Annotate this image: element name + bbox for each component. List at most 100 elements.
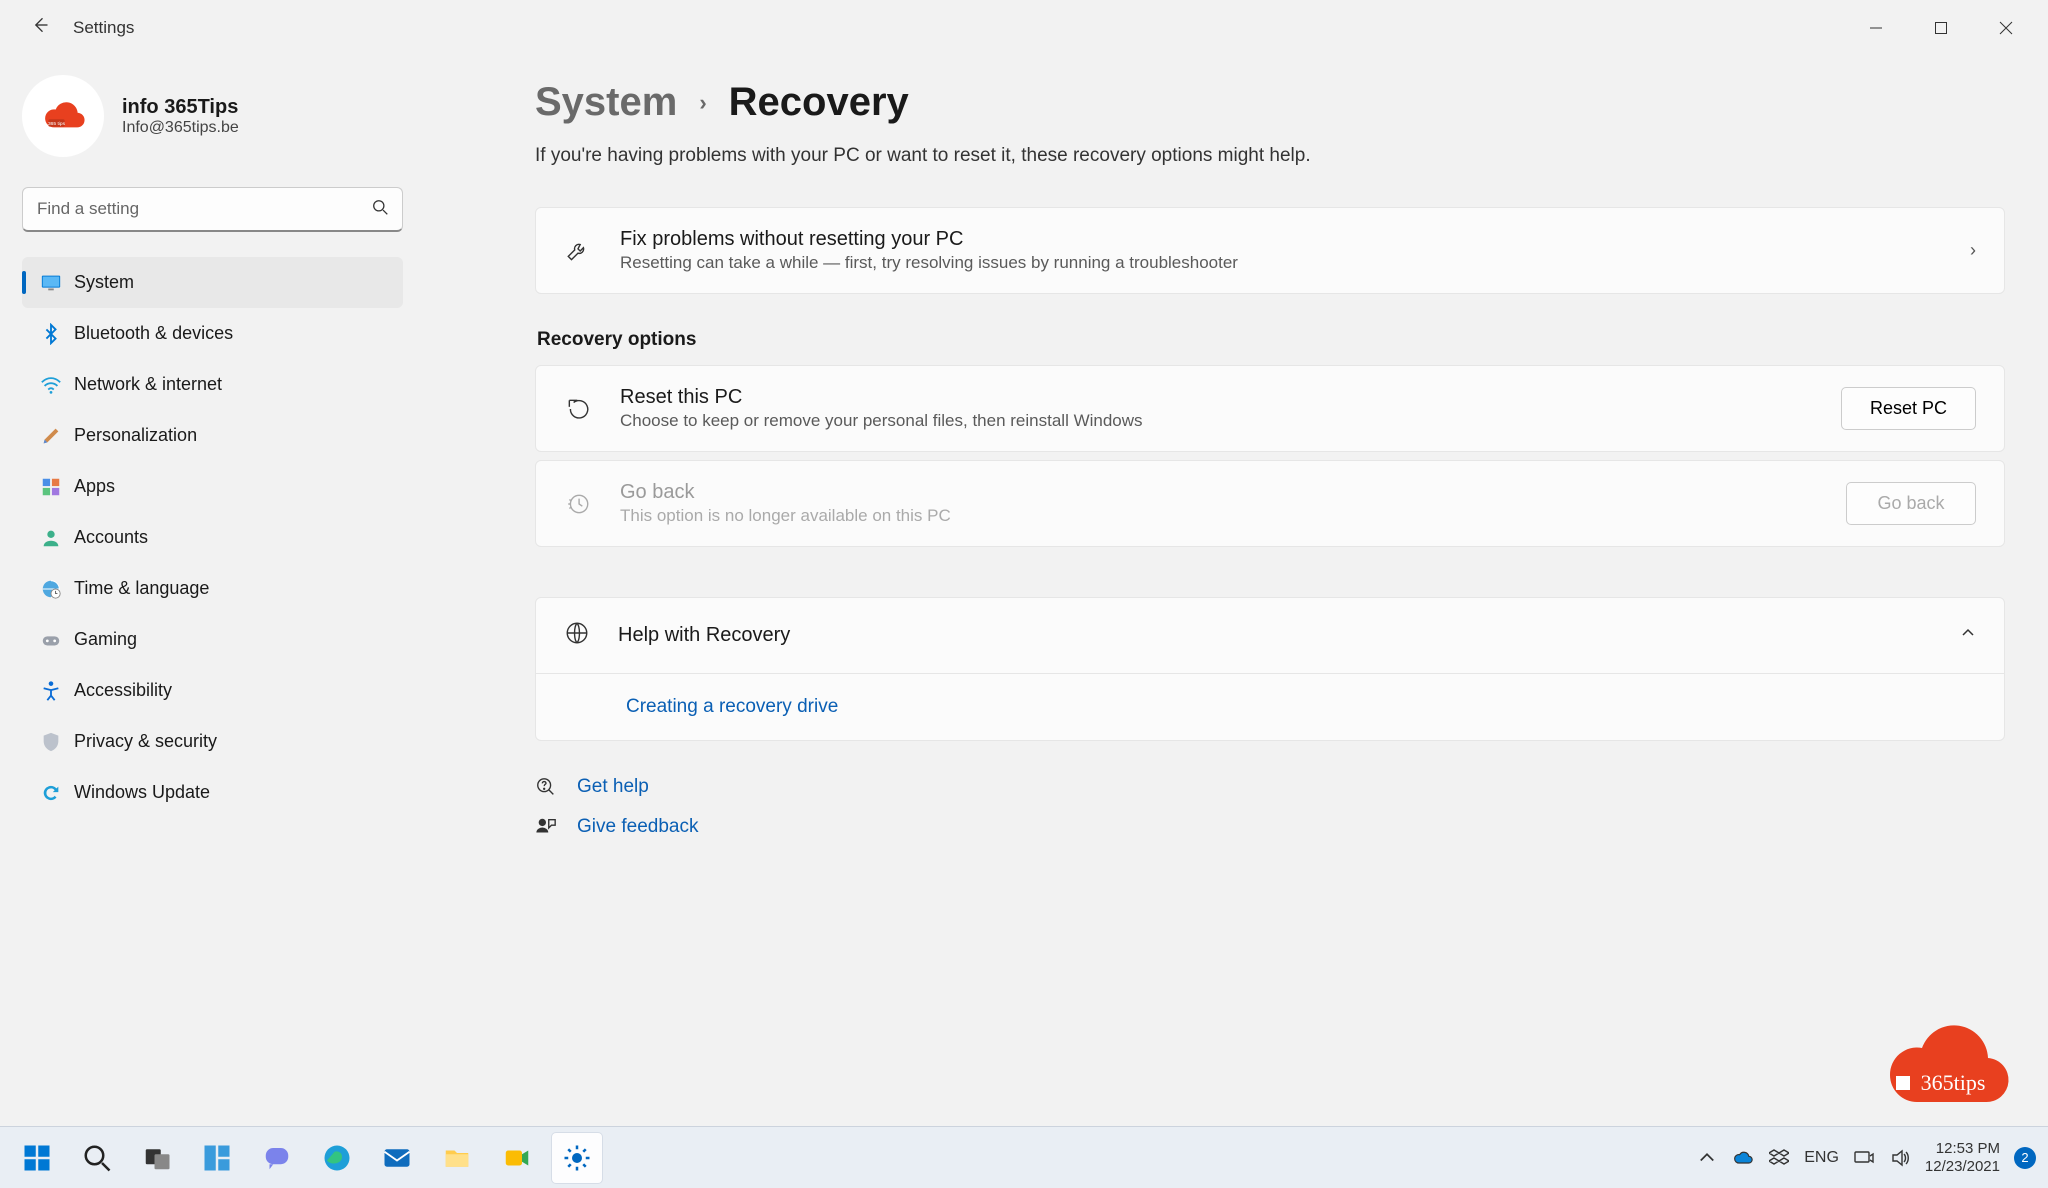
sidebar-item-accounts[interactable]: Accounts [22,512,403,563]
user-card[interactable]: 365 tips info 365Tips Info@365tips.be [22,75,403,157]
minimize-button[interactable] [1843,8,1908,48]
network-tray-icon[interactable] [1853,1147,1875,1169]
onedrive-icon[interactable] [1732,1147,1754,1169]
start-button[interactable] [12,1133,62,1183]
maximize-button[interactable] [1908,8,1973,48]
card-subtitle: This option is no longer available on th… [620,506,1818,526]
intro-text: If you're having problems with your PC o… [535,145,2008,167]
sidebar-item-label: Accounts [74,527,148,548]
time-text: 12:53 PM [1925,1140,2000,1158]
svg-text:365tips: 365tips [1921,1070,1986,1095]
history-icon [564,491,592,517]
sidebar-item-label: Personalization [74,425,197,446]
help-body: Creating a recovery drive [536,673,2004,740]
card-subtitle: Resetting can take a while — first, try … [620,253,1942,273]
sidebar-item-network[interactable]: Network & internet [22,359,403,410]
user-email: Info@365tips.be [122,119,239,137]
page-title: Recovery [729,80,909,125]
sidebar-item-update[interactable]: Windows Update [22,767,403,818]
get-help-link[interactable]: Get help [535,776,2008,798]
search-input[interactable] [22,187,403,232]
sidebar-item-label: Network & internet [74,374,222,395]
sidebar-item-bluetooth[interactable]: Bluetooth & devices [22,308,403,359]
help-header[interactable]: Help with Recovery [536,598,2004,673]
notification-badge[interactable]: 2 [2014,1147,2036,1169]
date-text: 12/23/2021 [1925,1158,2000,1176]
accessibility-icon [40,680,74,702]
sidebar-item-gaming[interactable]: Gaming [22,614,403,665]
card-title: Fix problems without resetting your PC [620,228,1942,251]
titlebar: Settings [0,0,2048,55]
settings-taskbar-button[interactable] [552,1133,602,1183]
globe-help-icon [564,620,590,651]
edge-button[interactable] [312,1133,362,1183]
sidebar-item-time[interactable]: Time & language [22,563,403,614]
reset-pc-card: Reset this PC Choose to keep or remove y… [535,365,2005,452]
close-button[interactable] [1973,8,2038,48]
mail-button[interactable] [372,1133,422,1183]
sidebar-item-system[interactable]: System [22,257,403,308]
dropbox-icon[interactable] [1768,1147,1790,1169]
task-view-button[interactable] [132,1133,182,1183]
sidebar: 365 tips info 365Tips Info@365tips.be Sy… [0,55,425,1126]
back-button[interactable] [25,15,55,41]
wrench-icon [564,238,592,264]
chevron-right-icon: › [1970,240,1976,261]
sidebar-item-personalization[interactable]: Personalization [22,410,403,461]
sidebar-item-label: Accessibility [74,680,172,701]
link-label: Give feedback [577,816,698,838]
meet-button[interactable] [492,1133,542,1183]
help-card: Help with Recovery Creating a recovery d… [535,597,2005,741]
main-content: System › Recovery If you're having probl… [425,55,2048,1126]
sidebar-item-accessibility[interactable]: Accessibility [22,665,403,716]
breadcrumb: System › Recovery [535,80,2008,125]
feedback-icon [535,816,557,838]
globe-clock-icon [40,578,74,600]
sidebar-item-label: Apps [74,476,115,497]
teams-chat-button[interactable] [252,1133,302,1183]
reset-icon [564,396,592,422]
sidebar-item-label: Privacy & security [74,731,217,752]
window-title: Settings [73,18,134,38]
sidebar-item-label: Bluetooth & devices [74,323,233,344]
card-subtitle: Choose to keep or remove your personal f… [620,411,1813,431]
taskbar-left [12,1133,602,1183]
reset-pc-button[interactable]: Reset PC [1841,387,1976,430]
chevron-up-icon [1960,625,1976,646]
explorer-button[interactable] [432,1133,482,1183]
user-name: info 365Tips [122,96,239,119]
window-controls [1843,8,2038,48]
nav-list: System Bluetooth & devices Network & int… [22,257,403,818]
widgets-button[interactable] [192,1133,242,1183]
section-title: Recovery options [537,329,2008,351]
apps-icon [40,476,74,498]
card-title: Help with Recovery [618,624,790,647]
volume-icon[interactable] [1889,1147,1911,1169]
system-tray: ENG 12:53 PM 12/23/2021 2 [1696,1140,2036,1176]
system-icon [40,272,74,294]
sidebar-item-label: Windows Update [74,782,210,803]
avatar: 365 tips [22,75,104,157]
go-back-card: Go back This option is no longer availab… [535,460,2005,547]
go-back-button: Go back [1846,482,1976,525]
sidebar-item-privacy[interactable]: Privacy & security [22,716,403,767]
person-icon [40,527,74,549]
sidebar-item-apps[interactable]: Apps [22,461,403,512]
language-indicator[interactable]: ENG [1804,1149,1839,1167]
search-box[interactable] [22,187,403,232]
sidebar-item-label: Gaming [74,629,137,650]
svg-text:365 tips: 365 tips [48,121,66,127]
tray-chevron-icon[interactable] [1696,1147,1718,1169]
taskbar: ENG 12:53 PM 12/23/2021 2 [0,1126,2048,1188]
search-taskbar-button[interactable] [72,1133,122,1183]
link-label: Get help [577,776,649,798]
shield-icon [40,731,74,753]
breadcrumb-parent[interactable]: System [535,80,677,125]
search-icon [372,199,389,221]
fix-problems-card[interactable]: Fix problems without resetting your PC R… [535,207,2005,294]
give-feedback-link[interactable]: Give feedback [535,816,2008,838]
365tips-watermark: 365tips [1858,1018,2018,1123]
recovery-drive-link[interactable]: Creating a recovery drive [626,696,838,717]
clock[interactable]: 12:53 PM 12/23/2021 [1925,1140,2000,1176]
sidebar-item-label: System [74,272,134,293]
